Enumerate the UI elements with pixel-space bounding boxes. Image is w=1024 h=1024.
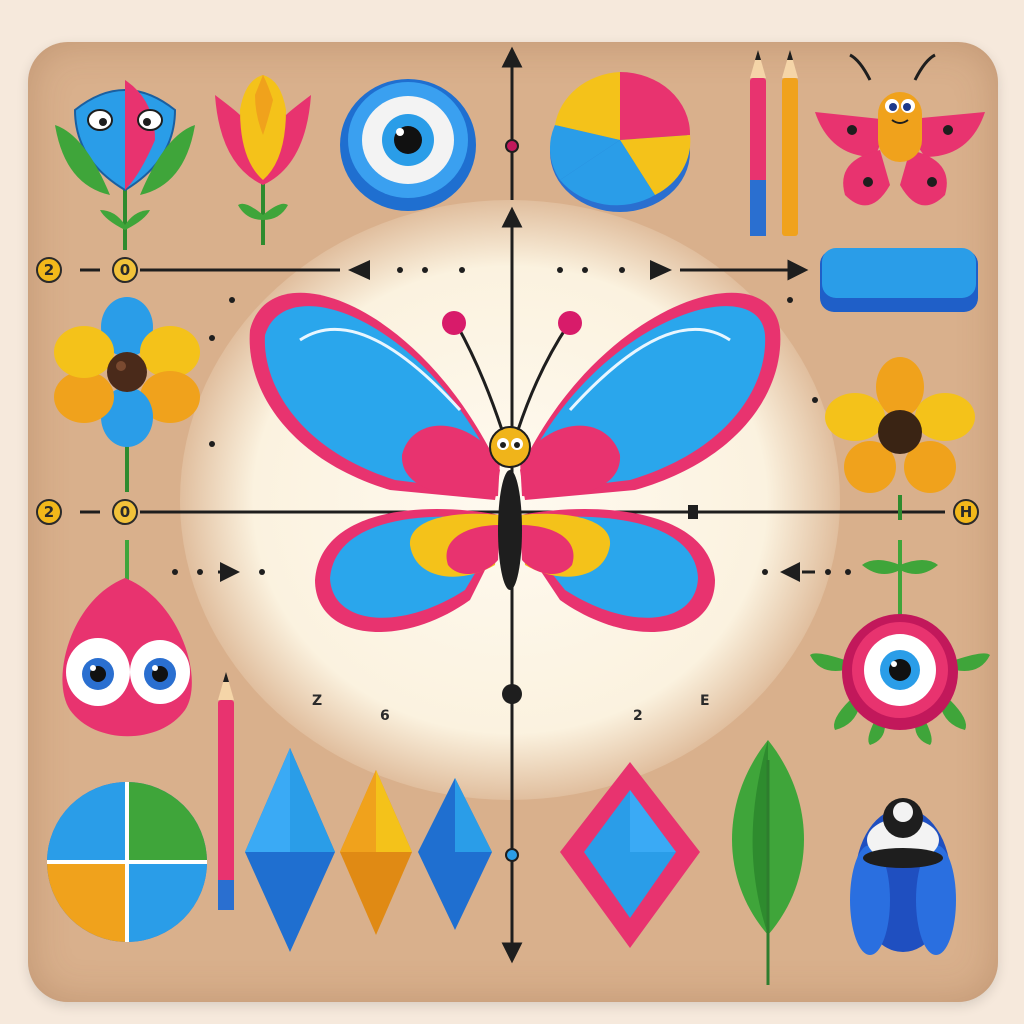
small-left-arrowhead — [780, 562, 800, 582]
right-arrowhead — [650, 260, 672, 280]
pie-disc-icon — [549, 72, 691, 212]
blue-diamond-small-icon — [418, 778, 492, 930]
eye-button-icon — [340, 79, 476, 211]
butterfly-icon — [249, 292, 781, 633]
badge-mid-left-b: 0 — [112, 499, 138, 525]
tulip-icon — [215, 75, 311, 245]
top-axis-dot — [505, 139, 519, 153]
axis-label-c: 2 — [633, 708, 643, 724]
left-arrowhead — [348, 260, 370, 280]
drop-face-icon — [62, 540, 192, 737]
framed-diamond-icon — [560, 762, 700, 948]
beetle-icon — [850, 798, 956, 955]
lower-axis-dot — [502, 684, 522, 704]
axis-label-a: Z — [312, 693, 323, 709]
orange-diamond-icon — [340, 770, 412, 935]
badge-top-left-b: 0 — [112, 257, 138, 283]
bottom-axis-dot — [505, 848, 519, 862]
eye-flower-icon — [810, 540, 990, 745]
blue-diamond-icon — [245, 748, 335, 952]
hline-stopper — [688, 505, 698, 519]
small-butterfly-icon — [815, 53, 985, 206]
quad-circle-icon — [47, 782, 207, 942]
flower-right-icon — [825, 357, 975, 520]
badge-mid-left: 2 — [36, 499, 62, 525]
pencil-icon — [218, 672, 234, 910]
pencils-icon — [750, 50, 798, 236]
bud-face-icon — [55, 80, 195, 250]
leaf-icon — [732, 740, 804, 985]
illustration — [47, 46, 990, 985]
axis-label-d: E — [700, 693, 710, 709]
badge-top-left: 2 — [36, 257, 62, 283]
badge-mid-right: H — [953, 499, 979, 525]
flower-left-icon — [54, 297, 200, 492]
blue-bar-icon — [820, 248, 978, 312]
axis-label-b: 6 — [380, 708, 390, 724]
